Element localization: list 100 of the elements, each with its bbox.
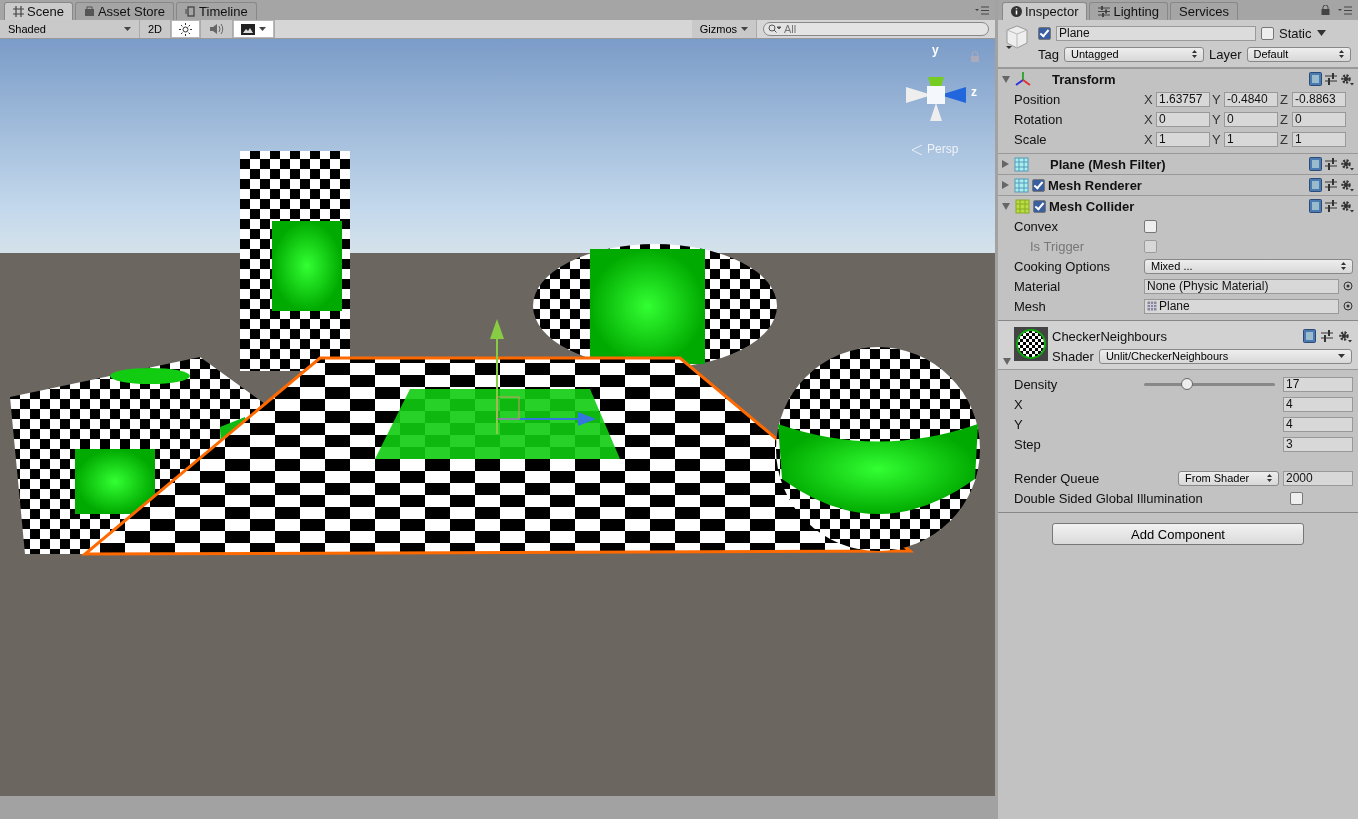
axis-label: y: [932, 43, 939, 57]
axis-label: X: [1144, 91, 1154, 107]
mesh-grid-icon: [1147, 301, 1157, 311]
axis-label: Y: [1212, 131, 1222, 147]
inspector-tab[interactable]: Inspector: [1002, 2, 1088, 20]
component-title: Plane (Mesh Filter): [1050, 156, 1166, 172]
axis-label: X: [1144, 111, 1154, 127]
axis-label: Z: [1280, 131, 1289, 147]
up-down-arrows-icon: [1341, 262, 1346, 270]
menu-icon[interactable]: [975, 5, 989, 15]
2d-toggle[interactable]: 2D: [140, 20, 172, 38]
preset-sliders-icon[interactable]: [1325, 200, 1337, 212]
property-label: Cooking Options: [1014, 258, 1112, 274]
preset-sliders-icon[interactable]: [1325, 179, 1337, 191]
search-icon: [768, 24, 782, 34]
property-label: Render Queue: [1014, 470, 1101, 486]
menu-icon[interactable]: [1338, 5, 1352, 15]
foldout-arrow[interactable]: [1003, 358, 1011, 365]
tag-dropdown[interactable]: Untagged: [1063, 46, 1204, 62]
number-field[interactable]: 1: [1224, 131, 1278, 147]
axis-label: Z: [1280, 111, 1289, 127]
value-field[interactable]: 17: [1283, 376, 1353, 392]
gear-icon[interactable]: [1340, 178, 1354, 192]
object-field[interactable]: Plane: [1144, 298, 1339, 314]
material-preview-icon: [1014, 327, 1048, 361]
up-down-arrows-icon: [1338, 50, 1344, 58]
property-label: Convex: [1014, 218, 1060, 234]
caret-icon: [259, 27, 267, 31]
number-field[interactable]: 0: [1224, 111, 1278, 127]
number-field[interactable]: 1: [1292, 131, 1346, 147]
component-title: Mesh Collider: [1049, 198, 1135, 214]
gizmos-dropdown[interactable]: Gizmos: [691, 20, 757, 38]
value-field[interactable]: 3: [1283, 436, 1353, 452]
number-field[interactable]: 0: [1292, 111, 1346, 127]
number-field[interactable]: 1.63757: [1156, 91, 1210, 107]
preset-sliders-icon[interactable]: [1325, 73, 1337, 85]
caret-icon[interactable]: [1316, 30, 1326, 36]
inspector-tab[interactable]: Services: [1170, 2, 1238, 20]
scene-tab[interactable]: Scene: [4, 2, 73, 20]
number-field[interactable]: 1: [1156, 131, 1210, 147]
property-label: Scale: [1014, 131, 1048, 147]
preset-sliders-icon[interactable]: [1325, 158, 1337, 170]
lighting-toggle[interactable]: [171, 20, 202, 38]
preset-sliders-icon[interactable]: [1321, 330, 1333, 342]
info-icon: [1011, 6, 1022, 17]
help-book-icon[interactable]: [1309, 199, 1322, 213]
active-checkbox[interactable]: [1038, 26, 1051, 40]
static-checkbox[interactable]: [1261, 26, 1274, 40]
value-field[interactable]: 4: [1283, 416, 1353, 432]
cooking-options-dropdown[interactable]: Mixed ...: [1144, 258, 1353, 274]
value-field[interactable]: 4: [1283, 396, 1353, 412]
property-label: Density: [1014, 376, 1059, 392]
gear-icon[interactable]: [1338, 329, 1352, 343]
add-component-button[interactable]: Add Component: [1052, 523, 1304, 545]
gear-icon[interactable]: [1340, 72, 1354, 86]
property-label: Mesh: [1014, 298, 1047, 314]
enabled-checkbox[interactable]: [1032, 178, 1045, 192]
axis-label: X: [1144, 131, 1154, 147]
draw-mode-dropdown[interactable]: Shaded: [0, 20, 140, 38]
shader-dropdown[interactable]: Unlit/CheckerNeighbours: [1098, 348, 1352, 364]
help-book-icon[interactable]: [1303, 329, 1316, 343]
property-label: Step: [1014, 436, 1042, 452]
render-queue-dropdown[interactable]: From Shader: [1178, 470, 1279, 486]
slider-thumb[interactable]: [1180, 378, 1193, 390]
help-book-icon[interactable]: [1309, 178, 1322, 192]
caret-icon: [741, 27, 748, 31]
inspector-tab[interactable]: Lighting: [1089, 2, 1169, 20]
caret-icon: [124, 27, 131, 31]
audio-toggle[interactable]: [201, 20, 234, 38]
bag-icon: [83, 6, 95, 17]
layer-dropdown[interactable]: Default: [1246, 46, 1351, 62]
component-title: Transform: [1052, 71, 1116, 87]
property-label: Double Sided Global Illumination: [1014, 490, 1204, 506]
number-field[interactable]: 0: [1156, 111, 1210, 127]
enabled-checkbox[interactable]: [1033, 199, 1046, 213]
scene-tab[interactable]: Timeline: [176, 2, 257, 20]
axis-label: Y: [1212, 91, 1222, 107]
render-queue-field[interactable]: 2000: [1283, 470, 1353, 486]
help-book-icon[interactable]: [1309, 157, 1322, 171]
scene-tab[interactable]: Asset Store: [74, 2, 175, 20]
property-label: Material: [1014, 278, 1062, 294]
gear-icon[interactable]: [1340, 157, 1354, 171]
property-checkbox[interactable]: [1290, 491, 1303, 505]
number-field[interactable]: -0.4840: [1224, 91, 1278, 107]
name-field[interactable]: Plane: [1056, 25, 1256, 41]
property-checkbox[interactable]: [1144, 219, 1157, 233]
number-field[interactable]: -0.8863: [1292, 91, 1346, 107]
slider-track[interactable]: [1144, 377, 1275, 391]
help-book-icon[interactable]: [1309, 72, 1322, 86]
foldout-arrow[interactable]: [1002, 75, 1010, 83]
gear-icon[interactable]: [1340, 199, 1354, 213]
search-field[interactable]: All: [763, 22, 989, 36]
property-label: Position: [1014, 91, 1062, 107]
axis-label: z: [971, 85, 977, 99]
lock-icon[interactable]: [1321, 5, 1330, 15]
effects-toggle[interactable]: [233, 20, 276, 38]
material-name: CheckerNeighbours: [1052, 328, 1167, 344]
object-field[interactable]: None (Physic Material): [1144, 278, 1339, 294]
property-label: Y: [1014, 416, 1024, 432]
timeline-icon: [185, 6, 197, 17]
